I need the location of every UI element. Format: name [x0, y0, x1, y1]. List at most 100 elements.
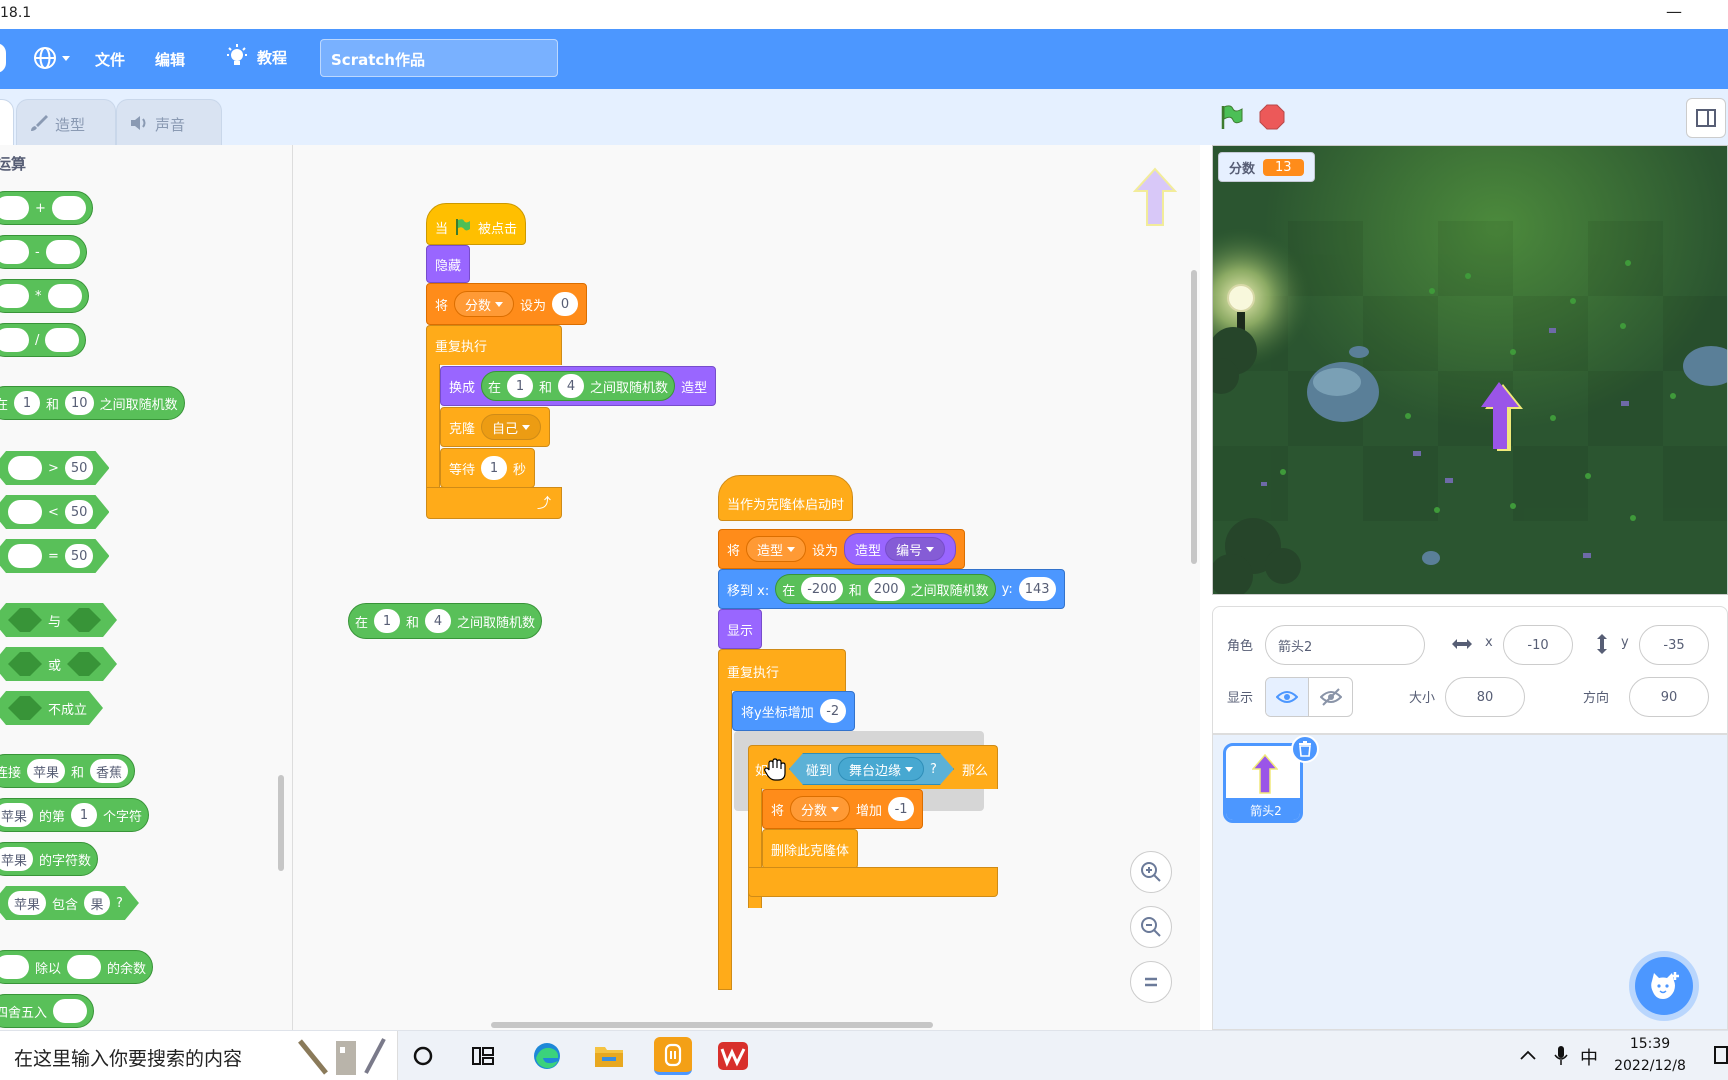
task-view-circle-button[interactable] — [406, 1039, 440, 1073]
delete-sprite-button[interactable] — [1291, 735, 1319, 763]
tab-costumes[interactable]: 造型 — [16, 99, 116, 145]
number-input[interactable]: 1 — [481, 456, 508, 480]
variable-dropdown[interactable]: 分数 — [790, 796, 851, 822]
zoom-out-button[interactable] — [1130, 906, 1172, 948]
chevron-up-icon[interactable] — [1520, 1049, 1536, 1061]
clone-target-dropdown[interactable]: 自己 — [481, 414, 542, 440]
random-reporter[interactable]: 在 -200 和 200 之间取随机数 — [775, 574, 996, 604]
ime-indicator[interactable]: 中 — [1580, 1044, 1598, 1070]
operator-multiply-block[interactable]: * — [0, 279, 89, 313]
direction-input[interactable]: 90 — [1629, 677, 1709, 717]
operator-round-block[interactable]: 四舍五入 — [0, 994, 95, 1028]
number-input[interactable]: 50 — [65, 500, 94, 524]
number-input[interactable]: 50 — [65, 456, 94, 480]
notification-icon[interactable] — [1714, 1045, 1728, 1067]
number-input[interactable]: 200 — [867, 577, 905, 601]
hide-block[interactable]: 隐藏 — [426, 245, 471, 283]
stage-layout-button[interactable] — [1686, 98, 1726, 138]
language-menu[interactable] — [32, 45, 70, 71]
scratch-logo[interactable] — [0, 43, 6, 73]
menu-edit[interactable]: 编辑 — [155, 49, 185, 70]
number-input[interactable]: 143 — [1018, 577, 1056, 601]
microphone-icon[interactable] — [1554, 1045, 1568, 1067]
stop-button[interactable] — [1258, 103, 1286, 131]
workspace-vertical-scrollbar[interactable] — [1191, 270, 1197, 564]
random-reporter[interactable]: 在 1 和 4 之间取随机数 — [481, 371, 676, 401]
number-input[interactable]: 4 — [425, 609, 452, 633]
change-y-block[interactable]: 将y坐标增加 -2 — [732, 691, 855, 731]
operator-join-block[interactable]: 连接苹果和香蕉 — [0, 754, 136, 788]
text-input[interactable]: 苹果 — [0, 803, 34, 827]
set-variable-block[interactable]: 将 分数 设为 0 — [426, 283, 588, 325]
forever-block-2[interactable]: 重复执行 — [718, 649, 846, 691]
number-input[interactable]: 1 — [507, 374, 534, 398]
zoom-in-button[interactable] — [1130, 851, 1172, 893]
text-input[interactable]: 苹果 — [0, 847, 34, 871]
number-input[interactable]: -2 — [819, 699, 846, 723]
operator-lt-block[interactable]: <50 — [0, 495, 109, 529]
variable-monitor[interactable]: 分数 13 — [1218, 152, 1315, 182]
when-flag-clicked-block[interactable]: 当 被点击 — [426, 203, 527, 245]
tab-code[interactable] — [0, 99, 14, 145]
delete-clone-block[interactable]: 删除此克隆体 — [762, 829, 859, 869]
palette-scrollbar[interactable] — [278, 775, 284, 871]
number-input[interactable]: -200 — [801, 577, 843, 601]
minimize-button[interactable]: — — [1666, 2, 1682, 21]
operator-length-block[interactable]: 苹果 的字符数 — [0, 842, 99, 876]
touching-target-dropdown[interactable]: 舞台边缘 — [838, 757, 924, 781]
costume-reporter[interactable]: 造型 编号 — [844, 533, 957, 565]
edge-browser-button[interactable] — [530, 1039, 564, 1073]
number-input[interactable]: 4 — [558, 374, 585, 398]
text-input[interactable]: 果 — [84, 891, 110, 915]
zoom-reset-button[interactable] — [1130, 961, 1172, 1003]
task-view-button[interactable] — [466, 1039, 500, 1073]
wait-block[interactable]: 等待 1 秒 — [440, 448, 536, 488]
change-variable-block[interactable]: 将 分数 增加 -1 — [762, 789, 924, 829]
variable-dropdown[interactable]: 造型 — [746, 536, 807, 562]
create-clone-block[interactable]: 克隆 自己 — [440, 407, 551, 447]
workspace-horizontal-scrollbar[interactable] — [491, 1022, 933, 1028]
show-button[interactable] — [1266, 678, 1310, 716]
text-input[interactable]: 香蕉 — [90, 759, 129, 783]
taskbar-search-input[interactable]: 在这里输入你要搜索的内容 — [0, 1031, 398, 1080]
set-costume-variable-block[interactable]: 将 造型 设为 造型 编号 — [718, 529, 966, 569]
file-explorer-button[interactable] — [592, 1039, 626, 1073]
number-input[interactable]: 10 — [65, 391, 94, 415]
operator-gt-block[interactable]: >50 — [0, 451, 109, 485]
x-input[interactable]: -10 — [1503, 625, 1573, 665]
number-input[interactable]: 1 — [374, 609, 401, 633]
operator-random-block[interactable]: 在1和 10 之间取随机数 — [0, 386, 185, 420]
green-flag-button[interactable] — [1218, 103, 1246, 131]
when-clone-starts-block[interactable]: 当作为克隆体启动时 — [718, 475, 854, 521]
number-input[interactable]: 1 — [14, 391, 41, 415]
operator-divide-block[interactable]: / — [0, 323, 87, 357]
operator-letter-of-block[interactable]: 苹果 的第 1 个字符 — [0, 798, 150, 832]
menu-tutorial[interactable]: 教程 — [225, 44, 287, 70]
costume-property-dropdown[interactable]: 编号 — [885, 537, 946, 561]
operator-not-block[interactable]: 不成立 — [0, 691, 103, 725]
tab-sounds[interactable]: 声音 — [116, 99, 222, 145]
text-input[interactable]: 苹果 — [27, 759, 66, 783]
operator-add-block[interactable]: + — [0, 191, 93, 225]
size-input[interactable]: 80 — [1445, 677, 1525, 717]
wps-office-button[interactable] — [716, 1039, 750, 1073]
loose-random-block[interactable]: 在 1 和 4 之间取随机数 — [348, 603, 543, 639]
forever-block[interactable]: 重复执行 — [426, 325, 562, 365]
operator-contains-block[interactable]: 苹果 包含果? — [0, 886, 139, 920]
text-input[interactable]: 苹果 — [8, 891, 46, 915]
sprite-thumbnail[interactable]: 箭头2 — [1223, 743, 1303, 823]
project-title-input[interactable]: Scratch作品 — [320, 39, 558, 77]
number-input[interactable]: 50 — [65, 544, 94, 568]
y-input[interactable]: -35 — [1639, 625, 1709, 665]
touching-edge-block[interactable]: 碰到 舞台边缘? — [789, 753, 954, 785]
switch-costume-block[interactable]: 换成 在 1 和 4 之间取随机数 造型 — [440, 366, 717, 406]
number-input[interactable]: -1 — [888, 797, 915, 821]
operator-and-block[interactable]: 与 — [0, 603, 117, 637]
number-input[interactable]: 1 — [71, 803, 98, 827]
sprite-name-input[interactable]: 箭头2 — [1265, 625, 1425, 665]
show-block[interactable]: 显示 — [718, 609, 763, 649]
add-sprite-button[interactable] — [1635, 957, 1693, 1015]
operator-eq-block[interactable]: = 50 — [0, 539, 109, 573]
operator-or-block[interactable]: 或 — [0, 647, 117, 681]
operator-subtract-block[interactable]: - — [0, 235, 87, 269]
